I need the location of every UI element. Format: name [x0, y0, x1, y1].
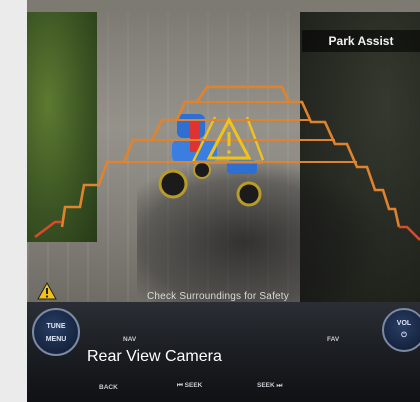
knob-label-line: VOL: [396, 320, 412, 327]
tune-menu-knob[interactable]: TUNE MENU: [32, 308, 80, 356]
park-assist-label: Park Assist: [302, 30, 420, 52]
parking-guidelines: [34, 85, 420, 241]
warning-icon: [37, 282, 57, 300]
left-margin-strip: [0, 0, 27, 402]
safety-warning-text: Check Surroundings for Safety: [147, 291, 289, 302]
nav-button[interactable]: NAV: [123, 336, 136, 343]
image-caption: Rear View Camera: [87, 348, 222, 365]
bottom-guidelines: [34, 220, 420, 241]
knob-label-line: MENU: [45, 336, 67, 343]
volume-power-knob[interactable]: VOL ⏻: [382, 308, 420, 352]
seek-back-button[interactable]: ⏮ SEEK: [177, 382, 202, 390]
camera-display: Park Assist Check Surroundings for Safet…: [27, 12, 420, 302]
fav-button[interactable]: FAV: [327, 336, 339, 343]
dashboard-panel: [27, 302, 420, 402]
camera-photo: Park Assist Check Surroundings for Safet…: [27, 0, 420, 402]
distance-lines: [124, 101, 357, 163]
back-button[interactable]: BACK: [99, 384, 118, 391]
knob-label-line: ⏻: [401, 332, 407, 339]
knob-label-line: TUNE: [46, 323, 66, 330]
seek-forward-button[interactable]: SEEK ⏭: [257, 382, 282, 390]
